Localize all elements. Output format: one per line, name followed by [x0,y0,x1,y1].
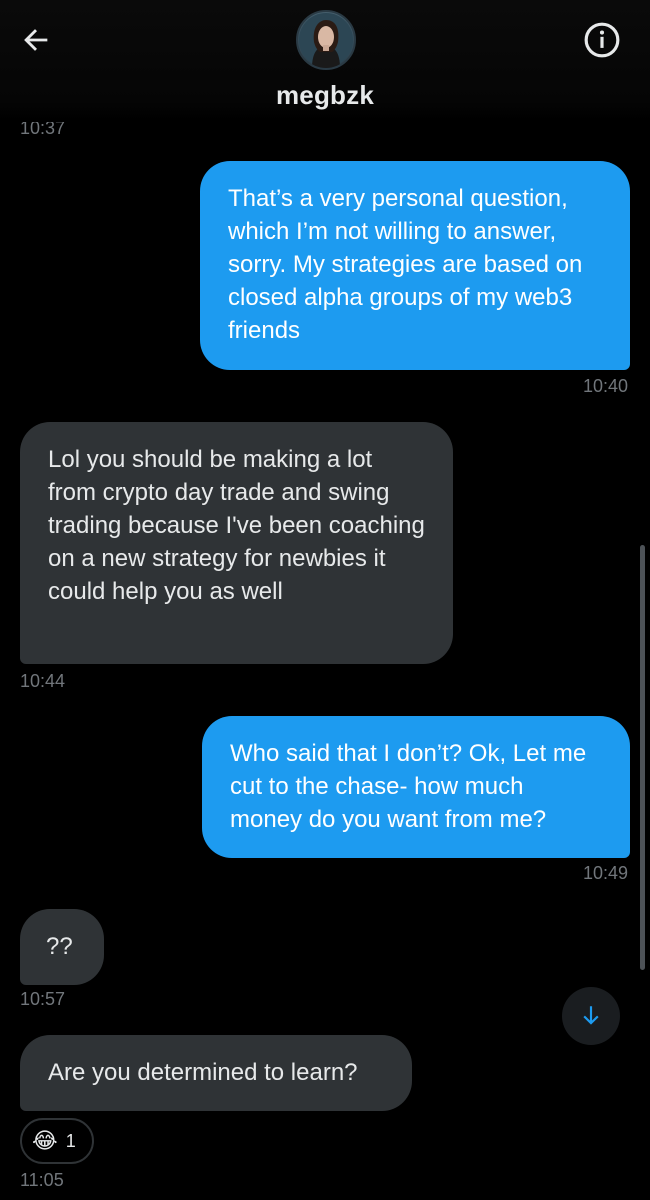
message-timestamp: 10:44 [20,671,66,691]
reaction-count: 1 [65,1130,76,1151]
laughing-emoji-icon: 😂 [32,1128,58,1153]
message-text: Who said that I don’t? Ok, Let me cut to… [230,740,587,833]
message-text: ?? [46,933,73,960]
message-timestamp: 10:57 [20,989,66,1009]
conversation-info-button[interactable] [582,20,622,60]
avatar[interactable] [296,10,356,70]
reaction-badge[interactable]: 😂 1 [20,1118,94,1164]
contact-name[interactable]: megbzk [0,80,650,111]
message-timestamp: 10:49 [582,863,628,883]
message-text: Lol you should be making a lot from cryp… [48,446,425,605]
back-button[interactable] [14,18,58,62]
message-bubble-incoming[interactable]: Lol you should be making a lot from cryp… [20,422,453,664]
message-text: Are you determined to learn? [48,1059,358,1086]
message-timestamp: 10:40 [582,376,628,396]
scroll-to-bottom-button[interactable] [562,987,620,1045]
avatar-portrait [299,13,353,68]
previous-message-timestamp: 10:37 [20,118,66,138]
message-bubble-outgoing[interactable]: Who said that I don’t? Ok, Let me cut to… [202,716,630,858]
message-bubble-outgoing[interactable]: That’s a very personal question, which I… [200,161,630,370]
scrollbar-thumb[interactable] [640,545,645,970]
conversation-header: megbzk [0,0,650,120]
arrow-down-icon [583,1006,599,1025]
message-bubble-incoming[interactable]: Are you determined to learn? [20,1035,412,1111]
info-circle-icon [584,22,620,58]
arrow-left-icon [24,29,48,51]
dm-conversation-screen: 10:37 megbzk That’s a very personal ques… [0,0,650,1200]
message-text: That’s a very personal question, which I… [228,185,583,344]
message-timestamp: 11:05 [20,1170,64,1190]
message-bubble-incoming[interactable]: ?? [20,909,104,985]
